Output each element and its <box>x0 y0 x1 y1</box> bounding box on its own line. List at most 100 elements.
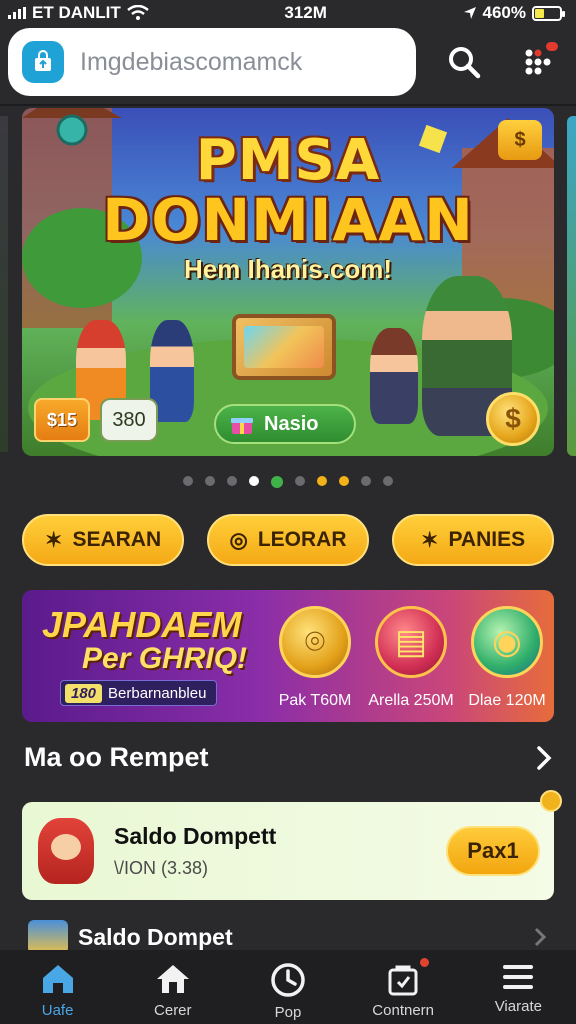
wallet-subtitle: \/ION (3.38) <box>114 858 209 878</box>
tab-cerer[interactable]: Cerer <box>123 962 223 1019</box>
tab-label: Uafe <box>41 1002 74 1019</box>
grid-dots-icon <box>525 49 551 75</box>
emerald-coin-icon: ◉ <box>471 606 543 678</box>
carousel-dot[interactable] <box>361 476 371 486</box>
menu-icon <box>503 965 534 989</box>
banner-peek-right[interactable] <box>567 116 576 456</box>
promo-banner[interactable]: JPAHDAEM Per GHRIQ! 180 Berbarnanbleu ⌾ … <box>22 590 554 722</box>
promo-item-label: Dlae 120M <box>468 692 546 709</box>
banner-action-label: Nasio <box>264 412 319 435</box>
promo-title-line1: JPAHDAEM <box>42 604 242 645</box>
notification-badge <box>420 958 430 967</box>
wallet-list-item[interactable]: Saldo Dompet <box>28 920 548 954</box>
wallet-card[interactable]: Saldo Dompett \/ION (3.38) Pax1 <box>22 790 562 900</box>
treasure-portal <box>232 314 336 380</box>
tab-label: Pop <box>274 1004 302 1021</box>
ticket-icon: ▤ <box>375 606 447 678</box>
header-bar: Imgdebiascomamck <box>8 28 568 96</box>
gold-ring-icon: ⌾ <box>279 606 351 678</box>
search-input[interactable]: Imgdebiascomamck <box>8 28 416 96</box>
bag-icon <box>388 965 418 996</box>
tab-label: Cerer <box>154 1002 192 1019</box>
header-divider <box>0 104 576 106</box>
coin-badge-icon <box>540 790 562 812</box>
coin-icon: ◎ <box>229 528 248 552</box>
carousel-dot[interactable] <box>317 476 327 486</box>
price-chip-white[interactable]: 380 <box>100 398 158 442</box>
promo-item-label: Pak T60M <box>278 692 352 709</box>
carousel-dot[interactable] <box>271 476 283 488</box>
battery-icon <box>531 5 565 21</box>
category-row: ✶ SEARAN ◎ LEORAR ✶ PANIES <box>22 514 554 566</box>
tab-viarate[interactable]: Viarate <box>468 962 568 1015</box>
search-button[interactable] <box>444 42 484 82</box>
wallet-thumbnail-icon <box>28 920 68 954</box>
promo-tag-text: Berbarnanbleu <box>108 684 207 702</box>
banner-subtitle: Hem Ihanis.com! <box>183 254 393 284</box>
section-header[interactable]: Ma oo Rempet <box>24 742 554 773</box>
carousel-dot[interactable] <box>339 476 349 486</box>
banner-peek-left <box>0 116 8 452</box>
carousel-dot[interactable] <box>205 476 215 486</box>
carousel-dot[interactable] <box>295 476 305 486</box>
avatar <box>38 818 94 884</box>
bottom-tab-bar: Uafe Cerer Pop Contnern Viarate <box>0 950 576 1024</box>
carousel-dot[interactable] <box>183 476 193 486</box>
category-label: SEARAN <box>72 528 162 551</box>
gem-symbol: $ <box>514 128 526 151</box>
carousel-dot[interactable] <box>227 476 237 486</box>
wifi-icon <box>127 5 149 20</box>
status-bar: ET DANLIT 312M 460% <box>0 0 576 26</box>
banner-title-line2: DONMIAAN <box>102 186 474 254</box>
chevron-right-icon <box>534 927 547 947</box>
sparkle-icon: ✶ <box>420 528 439 552</box>
notification-badge <box>546 42 558 51</box>
battery-percent: 460% <box>482 3 526 22</box>
category-button-leorar[interactable]: ◎ LEORAR <box>207 514 369 566</box>
coin-symbol: $ <box>505 403 521 434</box>
category-button-panies[interactable]: ✶ PANIES <box>392 514 554 566</box>
banner-title-line1: PMSA <box>195 128 381 193</box>
wallet-list-title: Saldo Dompet <box>78 923 233 950</box>
search-input-text: Imgdebiascomamck <box>80 47 303 76</box>
section-title: Ma oo Rempet <box>24 742 209 772</box>
gem-badge: $ <box>498 120 542 160</box>
wallet-title: Saldo Dompett <box>114 823 277 849</box>
wallet-action-button[interactable]: Pax1 <box>446 826 540 876</box>
tab-contnern[interactable]: Contnern <box>353 958 453 1019</box>
search-icon <box>449 47 481 79</box>
promo-item-dlae[interactable]: ◉ Dlae 120M <box>462 606 552 710</box>
chevron-right-icon[interactable] <box>534 745 554 771</box>
app-logo-icon <box>22 41 64 83</box>
apps-button[interactable] <box>518 42 558 82</box>
promo-title-line2: Per GHRIQ! <box>82 642 248 675</box>
category-label: PANIES <box>448 528 526 551</box>
promo-tag-number: 180 <box>65 683 103 703</box>
house-icon <box>156 965 189 993</box>
location-icon <box>463 7 476 19</box>
promo-item-arella[interactable]: ▤ Arella 250M <box>366 606 456 710</box>
signal-icon <box>8 7 26 19</box>
carousel-indicator[interactable] <box>0 476 576 488</box>
character-rogue <box>370 328 418 424</box>
home-icon <box>42 965 73 993</box>
promo-item-pak[interactable]: ⌾ Pak T60M <box>270 606 360 710</box>
carousel-dot[interactable] <box>383 476 393 486</box>
coin-icon: $ <box>486 392 540 446</box>
carrier-label: ET DANLIT <box>32 3 121 22</box>
banner-action-button[interactable]: Nasio <box>214 404 356 444</box>
gift-icon <box>231 418 253 434</box>
tab-home[interactable]: Uafe <box>8 962 108 1019</box>
tab-label: Viarate <box>494 998 542 1015</box>
carousel-dot[interactable] <box>249 476 259 486</box>
price-chip-orange[interactable]: $15 <box>34 398 90 442</box>
category-button-searan[interactable]: ✶ SEARAN <box>22 514 184 566</box>
sparkle-icon: ✶ <box>44 528 63 552</box>
clock-icon <box>271 963 305 997</box>
hero-banner[interactable]: PMSA DONMIAAN Hem Ihanis.com! $ $15 380 … <box>22 108 554 456</box>
tab-pop[interactable]: Pop <box>238 962 338 1021</box>
promo-tag: 180 Berbarnanbleu <box>60 680 218 706</box>
tab-label: Contnern <box>372 1002 435 1019</box>
category-label: LEORAR <box>257 528 347 551</box>
clock-time: 312M <box>284 3 327 22</box>
